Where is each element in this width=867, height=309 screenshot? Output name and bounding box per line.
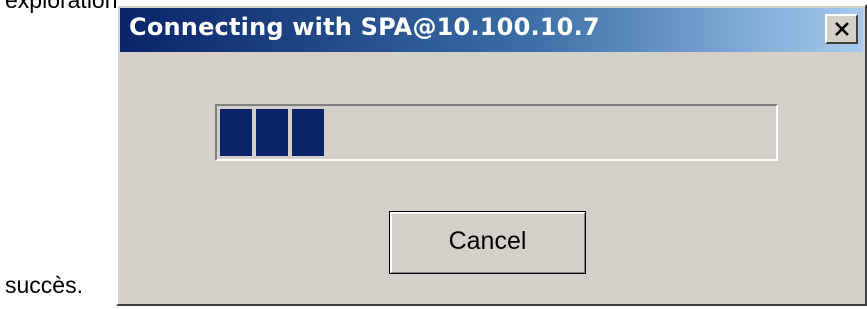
document-text-top-fragment: exploration ne peut pas se produire à pa… xyxy=(5,0,119,13)
close-x-icon xyxy=(835,22,849,36)
document-text-trailing-word: succès. xyxy=(5,272,83,298)
progress-block xyxy=(256,109,288,156)
progress-fill xyxy=(220,109,326,156)
dialog-title-bar[interactable]: Connecting with SPA@10.100.10.7 xyxy=(120,8,863,52)
document-text: exploration ne peut pas se produire à pa… xyxy=(3,0,119,309)
cancel-button[interactable]: Cancel xyxy=(389,211,586,274)
connection-progress-bar xyxy=(215,104,778,161)
connection-dialog: Connecting with SPA@10.100.10.7 Cancel xyxy=(116,4,867,306)
close-button[interactable] xyxy=(825,14,858,44)
progress-block xyxy=(292,109,324,156)
progress-block xyxy=(220,109,252,156)
dialog-title: Connecting with SPA@10.100.10.7 xyxy=(129,13,600,41)
